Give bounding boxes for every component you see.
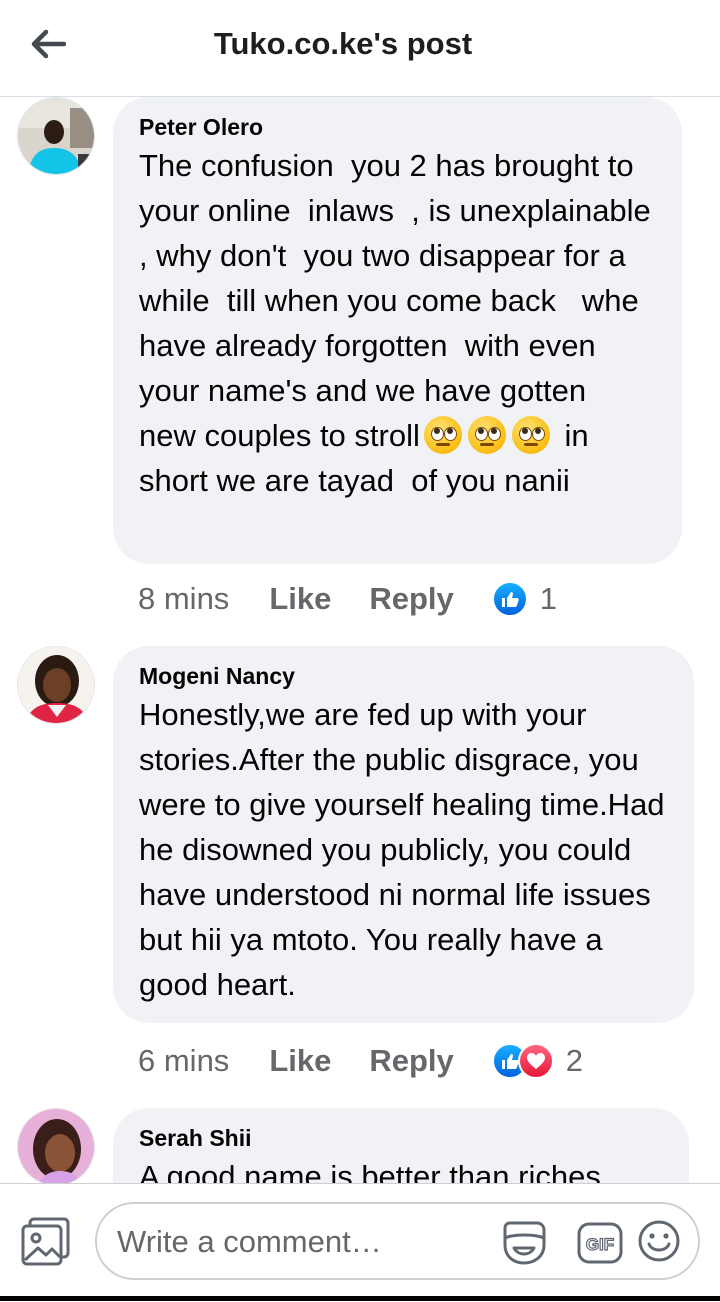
comment-author[interactable]: Mogeni Nancy (139, 662, 668, 690)
comment-author[interactable]: Serah Shii (139, 1124, 663, 1152)
page-title: Tuko.co.ke's post (213, 26, 473, 61)
avatar-photo (18, 1109, 94, 1183)
comment-composer: Write a comment… GIF (0, 1183, 720, 1302)
avatar-photo (18, 98, 94, 174)
comment-text: The confusion you 2 has brought to your … (139, 143, 656, 503)
comment-input[interactable]: Write a comment… GIF (95, 1202, 700, 1280)
rolling-eyes-emoji-icon (423, 416, 462, 454)
sticker-icon (503, 1221, 546, 1265)
avatar-photo (18, 647, 94, 723)
like-button[interactable]: Like (269, 1043, 331, 1079)
photo-button[interactable] (20, 1216, 74, 1266)
comment-bubble: Serah Shii A good name is better than ri… (113, 1108, 689, 1183)
comment-text-part: The confusion you 2 has brought to your … (139, 148, 669, 453)
comments-list: Peter Olero The confusion you 2 has brou… (0, 97, 720, 1183)
avatar[interactable] (17, 97, 95, 175)
reactions-summary[interactable] (491, 1043, 554, 1079)
thumbs-up-icon (491, 581, 528, 617)
reaction-count[interactable]: 1 (540, 581, 557, 617)
reply-button[interactable]: Reply (369, 1043, 453, 1079)
photo-icon (21, 1217, 70, 1266)
comment-text: Honestly,we are fed up with your stories… (139, 697, 674, 1002)
system-nav-bar-edge (0, 1296, 720, 1301)
comment-text: A good name is better than riches (139, 1159, 601, 1183)
like-button[interactable]: Like (269, 581, 331, 617)
comment-author[interactable]: Peter Olero (139, 113, 656, 141)
comment-actions: 6 mins Like Reply 2 (138, 1041, 583, 1081)
emoji-icon (638, 1220, 680, 1262)
gif-label: GIF (586, 1235, 614, 1254)
rolling-eyes-emoji-icon (467, 416, 506, 454)
rolling-eyes-emoji-icon (511, 416, 550, 454)
emoji-group (423, 416, 550, 454)
reply-button[interactable]: Reply (369, 581, 453, 617)
comment-input-placeholder: Write a comment… (117, 1224, 382, 1259)
reaction-count[interactable]: 2 (566, 1043, 583, 1079)
heart-icon (517, 1043, 554, 1079)
comment-bubble: Peter Olero The confusion you 2 has brou… (113, 97, 682, 564)
emoji-button[interactable] (637, 1219, 681, 1268)
avatar[interactable] (17, 646, 95, 724)
gif-button[interactable]: GIF (577, 1222, 623, 1269)
post-header: Tuko.co.ke's post (0, 0, 720, 97)
sticker-button[interactable] (499, 1220, 549, 1271)
comment-actions: 8 mins Like Reply 1 (138, 579, 557, 619)
comment-time[interactable]: 6 mins (138, 1043, 229, 1079)
comment-time[interactable]: 8 mins (138, 581, 229, 617)
comment-bubble: Mogeni Nancy Honestly,we are fed up with… (113, 646, 694, 1023)
avatar[interactable] (17, 1108, 95, 1183)
gif-icon: GIF (577, 1222, 623, 1264)
reactions-summary[interactable] (491, 581, 528, 617)
